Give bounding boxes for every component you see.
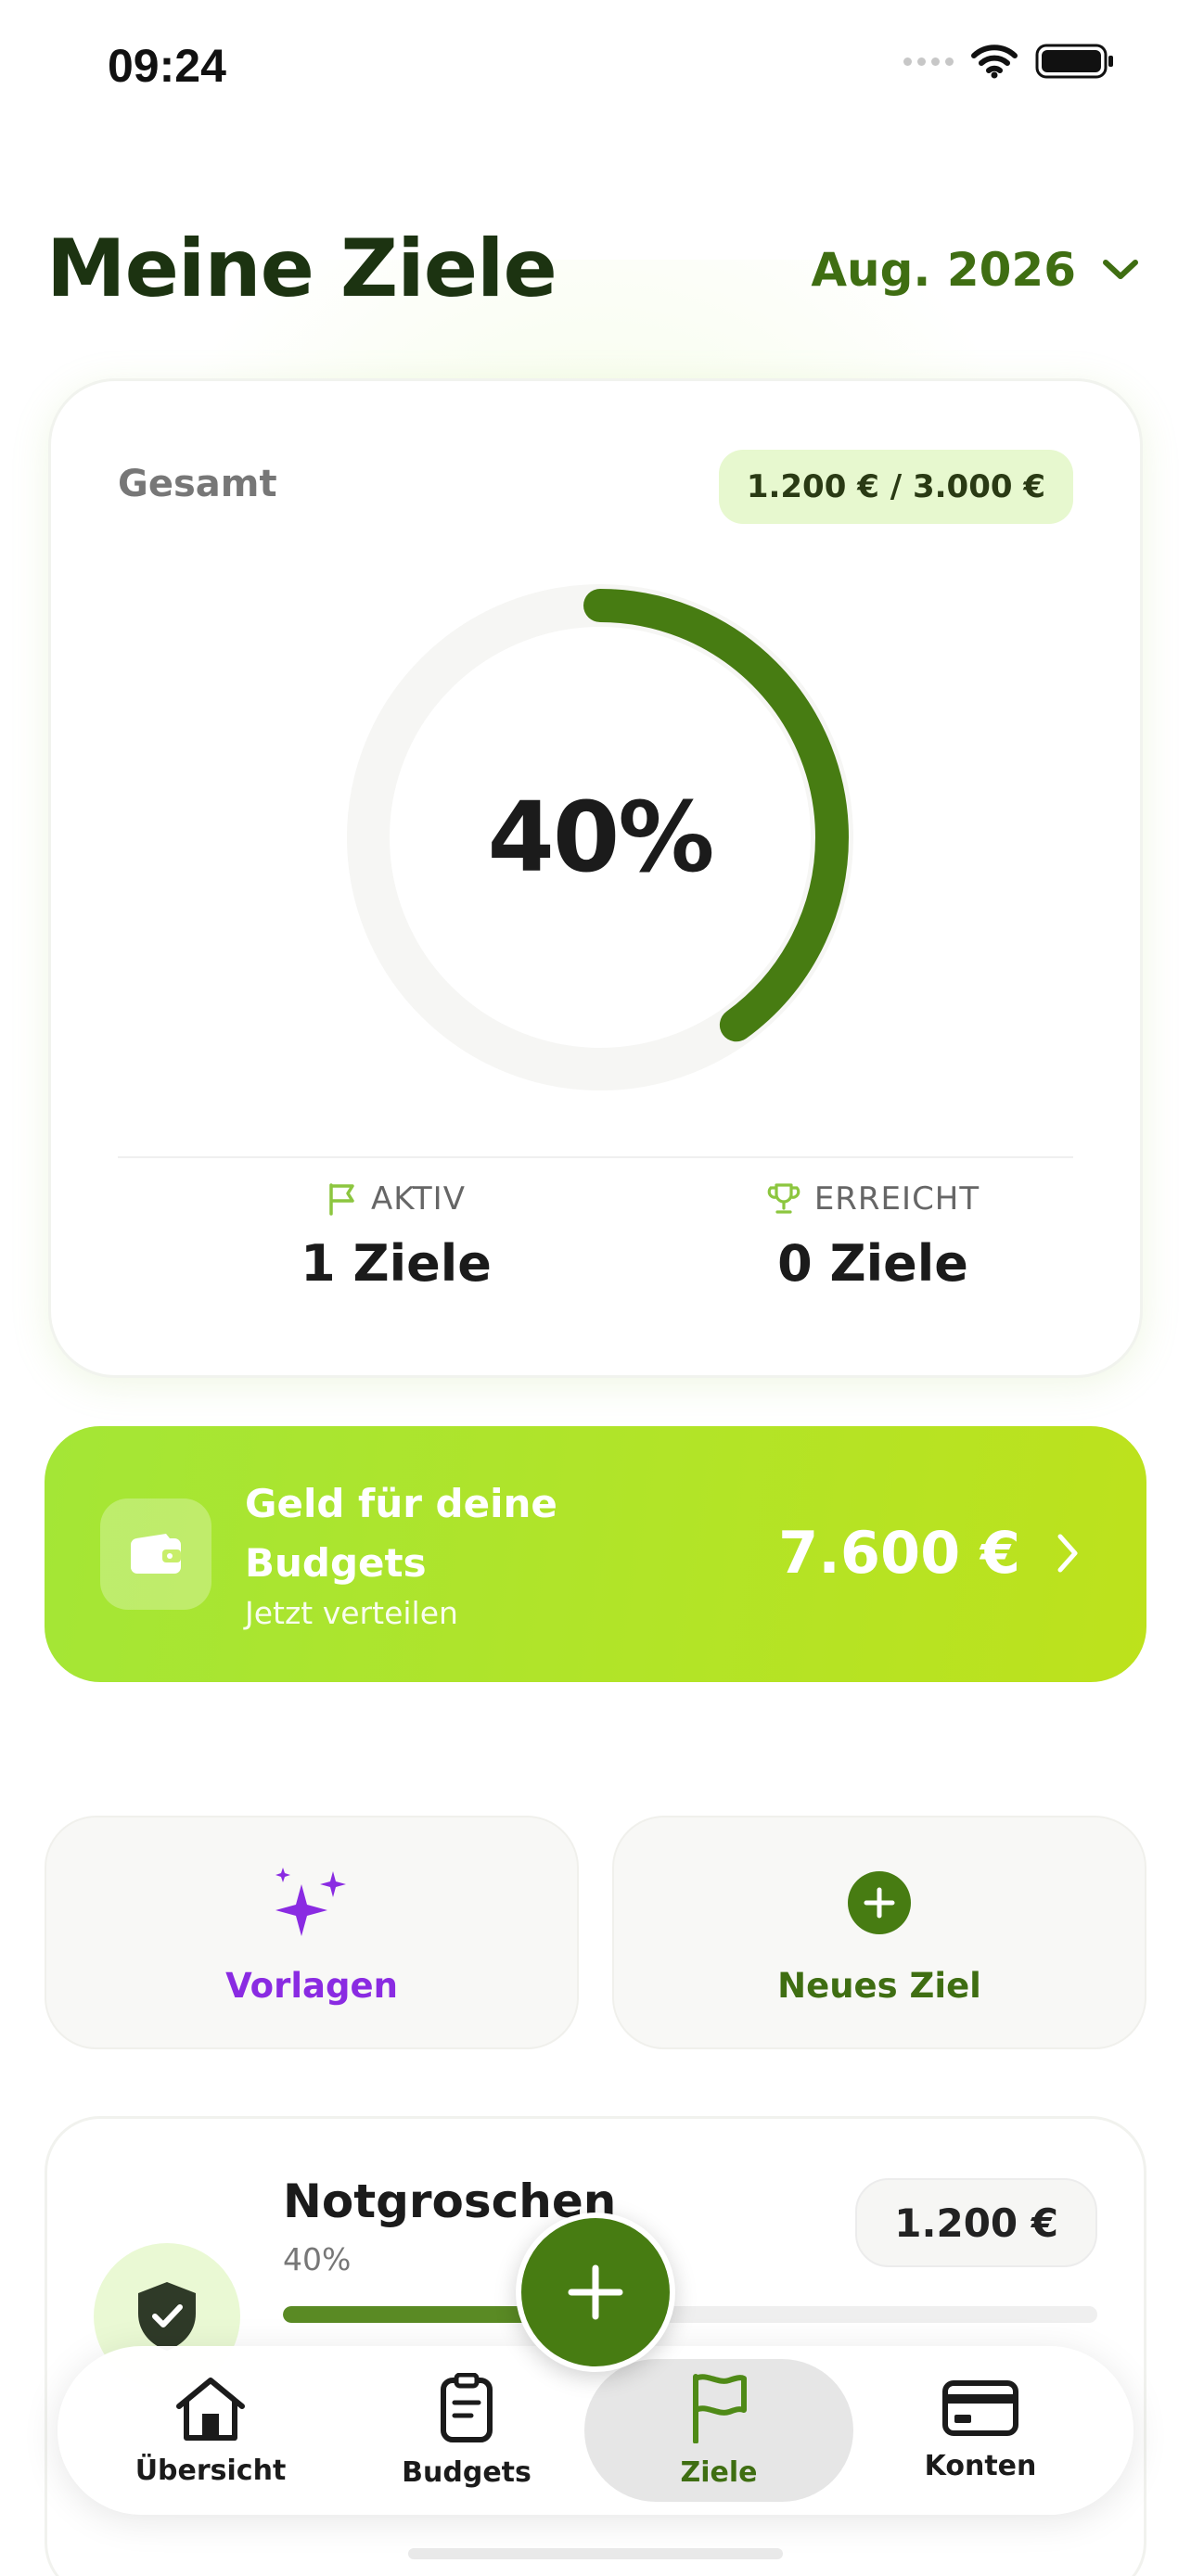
tab-accounts[interactable]: Konten: [846, 2359, 1115, 2502]
wifi-icon: [971, 45, 1018, 79]
chevron-right-icon: [1057, 1534, 1078, 1573]
goal-progress-bar: [283, 2306, 1097, 2323]
month-label: Aug. 2026: [811, 243, 1076, 297]
flag-icon: [693, 2373, 747, 2443]
summary-card: Gesamt 1.200 € / 3.000 € 40% AKTIV 1 Zie…: [48, 378, 1143, 1378]
new-goal-label: Neues Ziel: [777, 1966, 981, 2006]
plus-circle-icon: [848, 1871, 911, 1934]
tab-budgets-label: Budgets: [402, 2455, 531, 2489]
flag-icon: [329, 1183, 354, 1216]
templates-button[interactable]: Vorlagen: [45, 1816, 579, 2049]
progress-ring: 40%: [346, 583, 854, 1091]
month-picker[interactable]: Aug. 2026: [811, 243, 1139, 297]
stat-active-value: 1 Ziele: [301, 1234, 492, 1293]
stat-reached-value: 0 Ziele: [777, 1234, 968, 1293]
status-icons: [903, 43, 1115, 80]
templates-label: Vorlagen: [225, 1966, 398, 2006]
sparkles-icon: [275, 1868, 346, 1936]
clipboard-icon: [441, 2372, 493, 2442]
card-icon: [942, 2379, 1018, 2436]
trophy-icon: [767, 1183, 800, 1214]
home-indicator: [408, 2548, 783, 2559]
stat-reached: ERREICHT 0 Ziele: [687, 1180, 1058, 1293]
home-icon: [176, 2377, 245, 2441]
progress-percent: 40%: [487, 781, 715, 894]
tab-overview-label: Übersicht: [134, 2454, 287, 2487]
banner-title: Geld für deine Budgets: [245, 1481, 557, 1586]
plus-icon: [568, 2264, 623, 2320]
total-badge: 1.200 € / 3.000 €: [718, 450, 1073, 524]
stat-active: AKTIV 1 Ziele: [211, 1180, 582, 1293]
wallet-icon: [100, 1498, 211, 1610]
tab-overview[interactable]: Übersicht: [76, 2359, 345, 2502]
banner-amount: 7.600 €: [778, 1519, 1020, 1587]
goal-amount: 1.200 €: [855, 2178, 1097, 2267]
goal-percent: 40%: [283, 2241, 352, 2277]
tab-goals-label: Ziele: [680, 2455, 758, 2489]
add-fab-button[interactable]: [516, 2213, 675, 2372]
tab-budgets[interactable]: Budgets: [332, 2359, 601, 2502]
stat-reached-label: ERREICHT: [813, 1180, 980, 1218]
chevron-down-icon: [1103, 260, 1138, 279]
page-title: Meine Ziele: [46, 223, 557, 315]
divider: [118, 1156, 1073, 1158]
battery-icon: [1035, 44, 1113, 79]
summary-label: Gesamt: [118, 463, 277, 505]
stat-active-label: AKTIV: [371, 1180, 466, 1218]
tab-accounts-label: Konten: [924, 2449, 1037, 2482]
new-goal-button[interactable]: Neues Ziel: [612, 1816, 1146, 2049]
status-time: 09:24: [108, 40, 226, 92]
budget-allocation-banner[interactable]: Geld für deine Budgets Jetzt verteilen 7…: [45, 1426, 1146, 1682]
shield-check-icon: [138, 2282, 196, 2351]
banner-subtitle: Jetzt verteilen: [245, 1595, 458, 1631]
cellular-signal-icon: [903, 57, 954, 66]
tab-goals[interactable]: Ziele: [584, 2359, 853, 2502]
